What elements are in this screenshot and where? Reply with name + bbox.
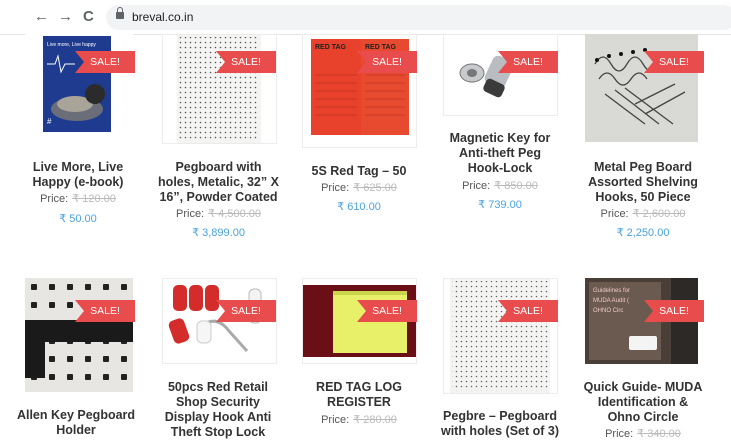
sale-badge: SALE! (75, 300, 135, 322)
back-icon[interactable]: ← (34, 8, 49, 26)
product-image[interactable]: Live more, Live happy # (25, 34, 133, 144)
product-title[interactable]: Live More, Live Happy (e-book) (23, 160, 133, 190)
svg-text:Live more, Live happy: Live more, Live happy (47, 42, 96, 48)
old-price: ₹ 120.00 (72, 193, 116, 205)
price-row: Price: ₹ 850.00 (440, 179, 560, 192)
sale-price: ₹ 739.00 (478, 199, 522, 211)
svg-text:RED TAG: RED TAG (365, 44, 397, 51)
book-cover-image: Live more, Live happy # (43, 36, 111, 132)
svg-text:OHNO Circ: OHNO Circ (593, 308, 623, 314)
product-image[interactable] (585, 34, 698, 142)
sale-badge: SALE! (644, 51, 704, 73)
address-bar[interactable]: breval.co.in (106, 5, 731, 30)
sale-price: ₹ 3,899.00 (192, 227, 245, 239)
price-row: Price: ₹ 2,600.00 (582, 207, 704, 220)
price-label: Price: (462, 180, 491, 192)
hooks-image (585, 34, 698, 142)
price-label: Price: (176, 208, 205, 220)
svg-text:RED TAG: RED TAG (315, 44, 347, 51)
svg-text:#: # (47, 117, 52, 126)
pegboard-set-image (450, 279, 550, 393)
magnetic-key-image (459, 55, 514, 98)
product-title[interactable]: 50pcs Red Retail Shop Security Display H… (158, 380, 278, 440)
product-title[interactable]: Magnetic Key for Anti-theft Peg Hook-Loc… (440, 131, 560, 176)
sale-badge: SALE! (498, 51, 558, 73)
lock-icon (116, 7, 124, 19)
browser-toolbar: ← → C breval.co.in (0, 0, 731, 35)
sale-badge: SALE! (75, 51, 135, 73)
price-row: Price: ₹ 340.00 (582, 427, 704, 440)
product-title[interactable]: RED TAG LOG REGISTER (300, 380, 418, 410)
svg-text:MUDA Audit (: MUDA Audit ( (593, 298, 629, 304)
price-label: Price: (600, 208, 629, 220)
product-title[interactable]: Pegboard with holes, Metalic, 32” X 16”,… (156, 160, 281, 205)
price-label: Price: (40, 193, 69, 205)
price-row: Price: ₹ 280.00 (300, 413, 418, 426)
sale-badge: SALE! (498, 300, 558, 322)
product-title[interactable]: 5S Red Tag – 50 (300, 164, 418, 179)
sale-badge: SALE! (357, 51, 417, 73)
price-row: Price: ₹ 120.00 (23, 192, 133, 205)
old-price: ₹ 625.00 (353, 182, 397, 194)
svg-text:Guidelines for: Guidelines for (593, 288, 630, 294)
old-price: ₹ 280.00 (353, 414, 397, 426)
price-label: Price: (321, 414, 350, 426)
old-price: ₹ 4,500.00 (208, 208, 261, 220)
product-title[interactable]: Pegbre – Pegboard with holes (Set of 3) (438, 409, 562, 439)
sale-badge: SALE! (357, 300, 417, 322)
price-label: Price: (321, 182, 350, 194)
reload-icon[interactable]: C (83, 8, 94, 26)
old-price: ₹ 850.00 (494, 180, 538, 192)
old-price: ₹ 340.00 (637, 428, 681, 440)
product-title[interactable]: Allen Key Pegboard Holder (14, 408, 138, 438)
product-image[interactable] (443, 278, 558, 394)
product-image[interactable] (25, 278, 133, 392)
old-price: ₹ 2,600.00 (632, 208, 686, 220)
price-label: Price: (605, 428, 634, 440)
sale-badge: SALE! (216, 300, 276, 322)
sale-price: ₹ 2,250.00 (616, 227, 670, 239)
product-image[interactable] (443, 34, 558, 116)
url-text: breval.co.in (132, 10, 194, 24)
product-title[interactable]: Metal Peg Board Assorted Shelving Hooks,… (582, 160, 704, 205)
sale-badge: SALE! (644, 300, 704, 322)
sale-price: ₹ 50.00 (59, 213, 97, 225)
price-row: Price: ₹ 625.00 (300, 181, 418, 194)
sale-badge: SALE! (216, 51, 276, 73)
product-image[interactable] (162, 34, 277, 144)
price-row: Price: ₹ 4,500.00 (156, 207, 281, 220)
forward-icon[interactable]: → (58, 8, 73, 26)
allen-key-holder-image (25, 278, 133, 392)
sale-price: ₹ 610.00 (337, 201, 381, 213)
product-title[interactable]: Quick Guide- MUDA Identification & Ohno … (582, 380, 704, 425)
